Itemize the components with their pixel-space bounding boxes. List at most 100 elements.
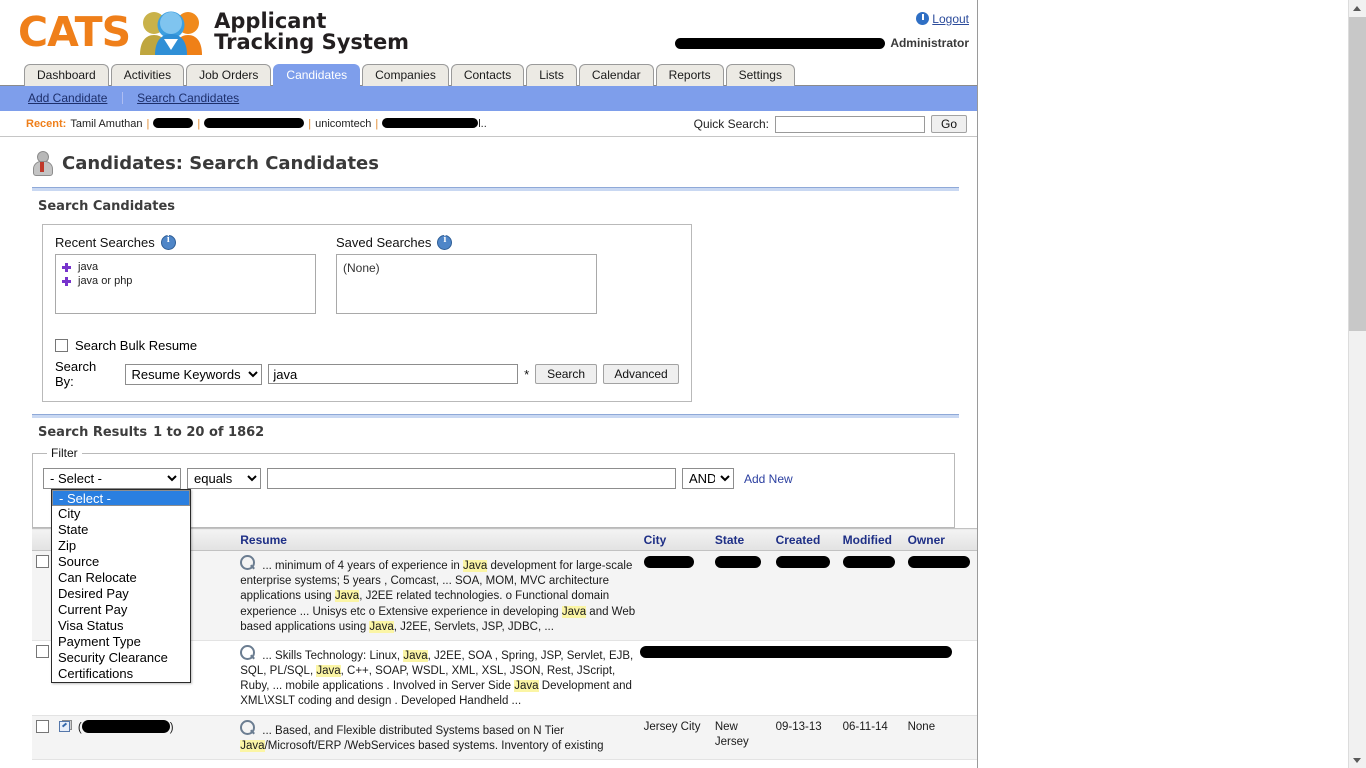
tab-calendar[interactable]: Calendar [579, 64, 654, 86]
dropdown-option-visa-status[interactable]: Visa Status [52, 618, 190, 634]
scrollbar-thumb[interactable] [1349, 17, 1366, 331]
duplicate-record-icon[interactable] [59, 720, 72, 732]
col-city-header[interactable]: City [640, 529, 711, 551]
recent-item-4-redacted[interactable] [382, 118, 478, 128]
row-select-checkbox[interactable] [36, 720, 49, 733]
saved-searches-listbox[interactable]: (None) [336, 254, 597, 314]
info-icon[interactable] [161, 235, 176, 250]
row-modified-cell: 06-11-14 [839, 715, 904, 759]
dropdown-option-city[interactable]: City [52, 506, 190, 522]
tab-candidates[interactable]: Candidates [273, 64, 360, 86]
filter-field-select[interactable]: - Select - [43, 468, 181, 489]
redacted-city [644, 556, 694, 568]
col-owner-header[interactable]: Owner [904, 529, 977, 551]
filter-value-input[interactable] [267, 468, 676, 489]
recent-item-0[interactable]: Tamil Amuthan [70, 118, 142, 130]
search-bulk-resume-checkbox[interactable] [55, 339, 68, 352]
row-checkbox-cell[interactable] [32, 640, 51, 715]
row-state-cell: New Jersey [711, 715, 772, 759]
recent-separator: | [197, 118, 200, 130]
dropdown-option-certifications[interactable]: Certifications [52, 666, 190, 682]
subnav-search-candidates[interactable]: Search Candidates [137, 91, 239, 105]
searches-row: Recent Searches java java or php [55, 235, 679, 314]
row-city-cell: Jersey City [640, 715, 711, 759]
saved-searches-label-row: Saved Searches [336, 235, 597, 254]
redacted-candidate-name [82, 720, 170, 733]
search-bulk-resume-label: Search Bulk Resume [75, 338, 197, 353]
col-created-header[interactable]: Created [772, 529, 839, 551]
recent-item-1-redacted[interactable] [153, 118, 193, 128]
tab-contacts[interactable]: Contacts [451, 64, 524, 86]
filter-field-dropdown-options[interactable]: - Select - City State Zip Source Can Rel… [51, 489, 191, 683]
row-resume-cell: ... minimum of 4 years of experience in … [236, 551, 639, 641]
recent-label: Recent: [26, 118, 66, 130]
col-state-header[interactable]: State [711, 529, 772, 551]
search-by-select[interactable]: Resume Keywords [125, 364, 263, 385]
row-resume-cell: ... Skills Technology: Linux, Java, J2EE… [236, 640, 639, 715]
filter-conjunction-select[interactable]: AND [682, 468, 734, 489]
row-select-checkbox[interactable] [36, 645, 49, 658]
search-button[interactable]: Search [535, 364, 597, 384]
magnifier-icon[interactable] [240, 720, 255, 735]
tab-job-orders[interactable]: Job Orders [186, 64, 271, 86]
tab-activities[interactable]: Activities [111, 64, 184, 86]
quick-search-go-button[interactable]: Go [931, 115, 967, 133]
recent-search-item[interactable]: java or php [62, 274, 309, 288]
magnifier-icon[interactable] [240, 645, 255, 660]
dropdown-option-zip[interactable]: Zip [52, 538, 190, 554]
candidate-person-icon [32, 151, 52, 175]
dropdown-option-source[interactable]: Source [52, 554, 190, 570]
recent-item-2-redacted[interactable] [204, 118, 304, 128]
saved-searches-empty-text: (None) [343, 261, 380, 275]
table-row[interactable]: () ... Based, and Flexible distributed S… [32, 715, 977, 759]
quick-search-input[interactable] [775, 116, 925, 133]
people-logo-icon [134, 9, 208, 55]
recent-item-3[interactable]: unicomtech [315, 118, 371, 130]
candidates-subnav: Add Candidate Search Candidates [0, 86, 977, 111]
scroll-up-arrow-icon[interactable] [1349, 0, 1366, 17]
tab-settings[interactable]: Settings [726, 64, 795, 86]
magnifier-icon[interactable] [240, 555, 255, 570]
filter-operator-select[interactable]: equals [187, 468, 261, 489]
row-checkbox-cell[interactable] [32, 715, 51, 759]
plus-icon [62, 263, 71, 272]
name-paren-close: ) [170, 722, 174, 734]
scrollbar-track[interactable] [1349, 331, 1366, 751]
recent-searches-label-row: Recent Searches [55, 235, 316, 254]
info-icon[interactable] [437, 235, 452, 250]
search-results-count: 1 to 20 of 1862 [153, 425, 264, 440]
logo-tagline-line1: Applicant [214, 11, 409, 32]
row-checkbox-cell[interactable] [32, 551, 51, 641]
row-name-cell[interactable]: () [74, 715, 236, 759]
dropdown-option-select[interactable]: - Select - [52, 490, 190, 506]
col-modified-header[interactable]: Modified [839, 529, 904, 551]
tab-companies[interactable]: Companies [362, 64, 449, 86]
recent-search-label: java [78, 261, 98, 273]
row-select-checkbox[interactable] [36, 555, 49, 568]
add-new-filter-link[interactable]: Add New [744, 472, 793, 486]
dropdown-option-payment-type[interactable]: Payment Type [52, 634, 190, 650]
logo-cats-text: CATS [18, 8, 130, 56]
advanced-search-button[interactable]: Advanced [603, 364, 679, 384]
search-keyword-input[interactable] [268, 364, 518, 384]
browser-viewport: CATS Applicant Tracking Sys [0, 0, 1366, 768]
dropdown-option-desired-pay[interactable]: Desired Pay [52, 586, 190, 602]
redacted-row-tail [640, 646, 952, 658]
dropdown-option-security-clearance[interactable]: Security Clearance [52, 650, 190, 666]
tab-dashboard[interactable]: Dashboard [24, 64, 109, 86]
subnav-add-candidate[interactable]: Add Candidate [28, 91, 107, 105]
main-tabs: DashboardActivitiesJob OrdersCandidatesC… [0, 64, 977, 86]
dropdown-option-current-pay[interactable]: Current Pay [52, 602, 190, 618]
recent-search-label: java or php [78, 275, 132, 287]
scroll-down-arrow-icon[interactable] [1349, 751, 1366, 768]
row-icon-cell[interactable] [51, 715, 74, 759]
vertical-scrollbar[interactable] [1348, 0, 1366, 768]
tab-reports[interactable]: Reports [656, 64, 724, 86]
col-resume-header[interactable]: Resume [236, 529, 639, 551]
tab-lists[interactable]: Lists [526, 64, 577, 86]
dropdown-option-can-relocate[interactable]: Can Relocate [52, 570, 190, 586]
recent-search-item[interactable]: java [62, 260, 309, 274]
dropdown-option-state[interactable]: State [52, 522, 190, 538]
logout-link[interactable]: Logout [916, 12, 969, 26]
recent-separator: | [375, 118, 378, 130]
